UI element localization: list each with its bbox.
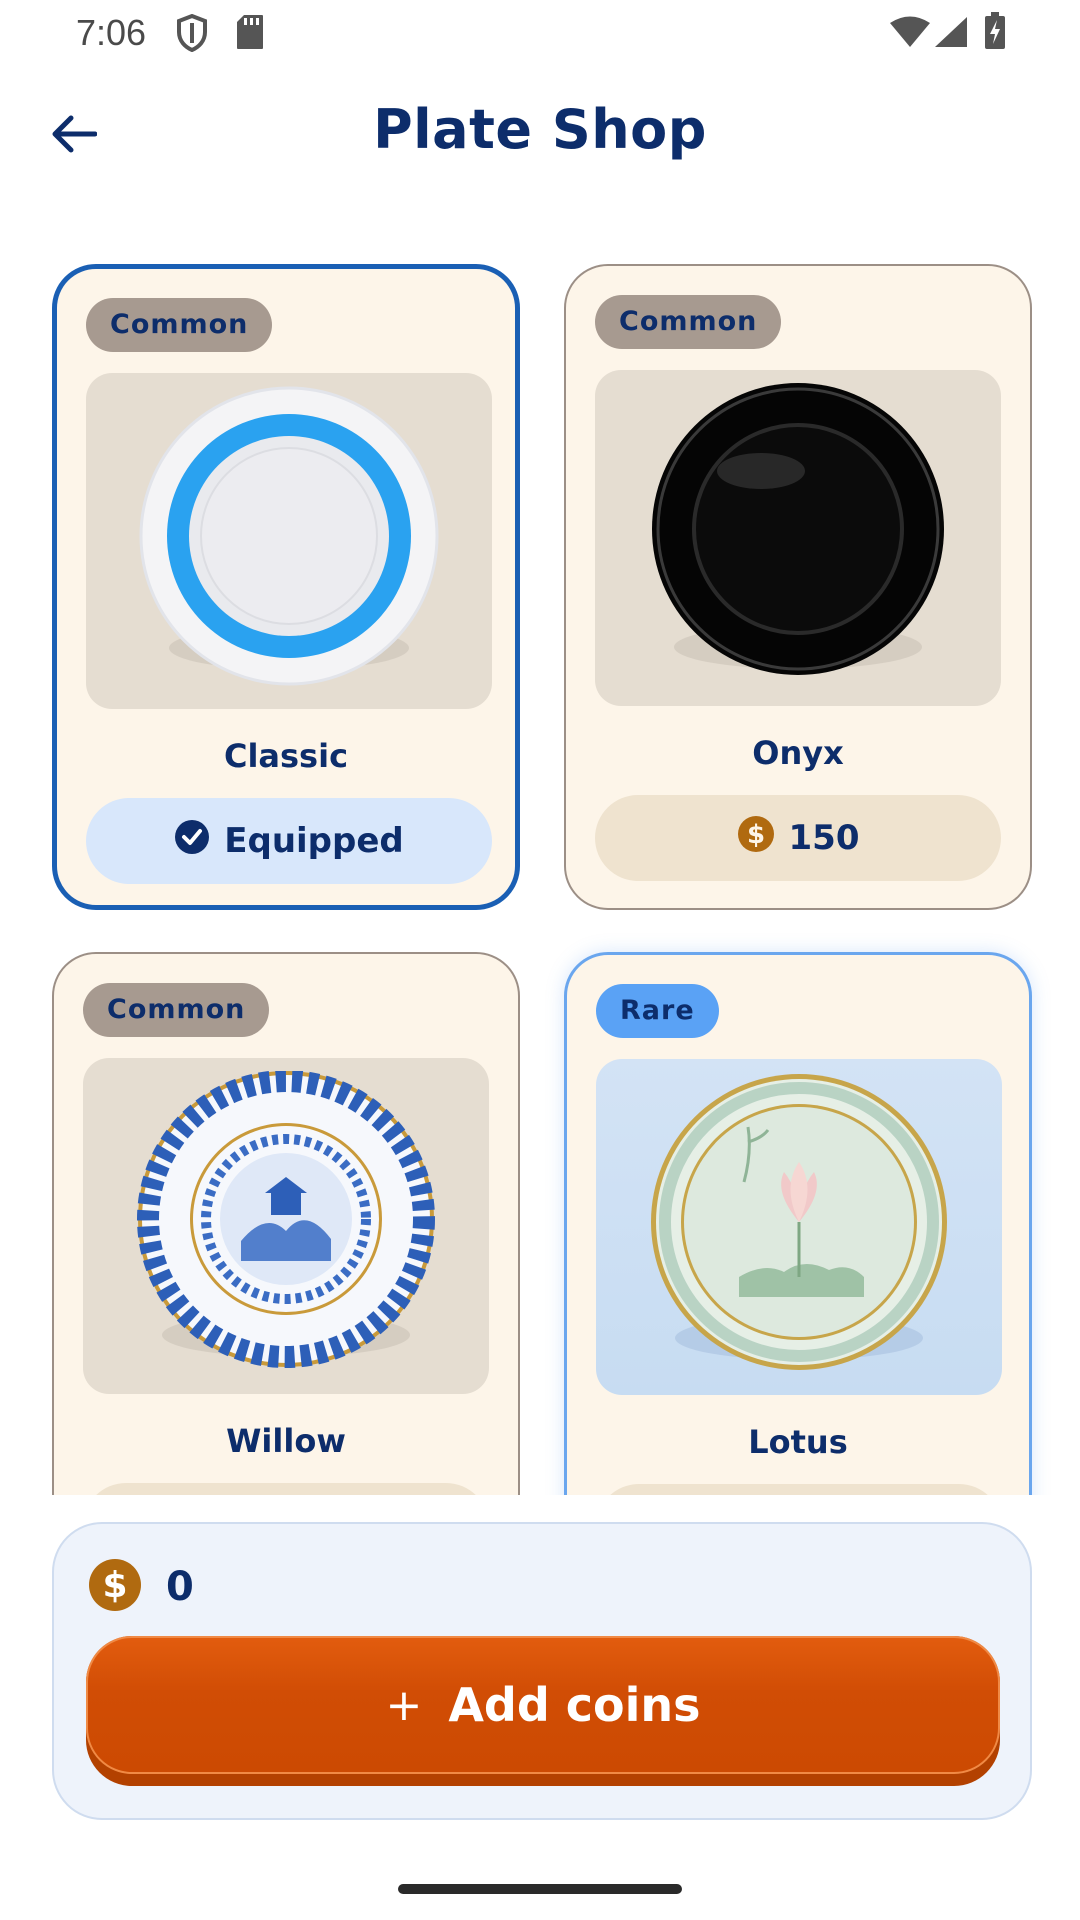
coin-balance: $ 0 [88,1558,194,1616]
plate-grid[interactable]: Common Classic Equipped Common Onyx $ 15… [0,250,1080,1495]
shield-icon [176,13,208,56]
plate-name: Willow [226,1422,346,1460]
battery-charging-icon [984,12,1006,54]
add-coins-label: Add coins [448,1678,701,1732]
plate-image-lotus [596,1059,1002,1395]
buy-button[interactable]: $ 150 [595,795,1001,881]
wallet-panel: $ 0 + Add coins [52,1522,1032,1820]
page-title: Plate Shop [373,98,707,161]
signal-icon [934,16,968,52]
add-coins-button-face[interactable]: + Add coins [86,1636,1000,1774]
home-indicator[interactable] [398,1884,682,1894]
rarity-badge: Common [83,983,270,1037]
plate-card-onyx[interactable]: Common Onyx $ 150 [564,264,1032,910]
add-coins-button[interactable]: + Add coins [86,1636,1000,1786]
wifi-icon [890,16,930,52]
buy-button[interactable] [596,1484,1002,1495]
plate-image-willow [83,1058,489,1394]
price-label: 150 [788,818,860,858]
plate-card-lotus[interactable]: Rare Lotus [564,952,1032,1495]
coin-icon: $ [88,1558,142,1616]
rarity-badge: Common [86,298,273,352]
rarity-badge: Rare [596,984,719,1038]
plate-card-willow[interactable]: Common Willow [52,952,520,1495]
check-circle-icon [174,819,210,864]
plate-name: Onyx [752,734,844,772]
plus-icon: + [385,1679,423,1731]
svg-text:$: $ [746,820,764,850]
plate-name: Lotus [748,1423,848,1461]
rarity-badge: Common [595,295,782,349]
status-time: 7:06 [76,12,147,53]
plate-image-onyx [595,370,1001,706]
plate-image-classic [86,373,492,709]
sd-card-icon [236,14,264,54]
equipped-status[interactable]: Equipped [86,798,492,884]
coin-icon: $ [737,815,775,862]
status-bar: 7:06 [0,0,1080,66]
buy-button[interactable] [83,1483,489,1495]
coin-balance-value: 0 [166,1564,194,1610]
plate-card-classic[interactable]: Common Classic Equipped [52,264,520,910]
equipped-label: Equipped [224,821,404,861]
plate-name: Classic [223,737,349,775]
svg-text:$: $ [102,1565,127,1606]
